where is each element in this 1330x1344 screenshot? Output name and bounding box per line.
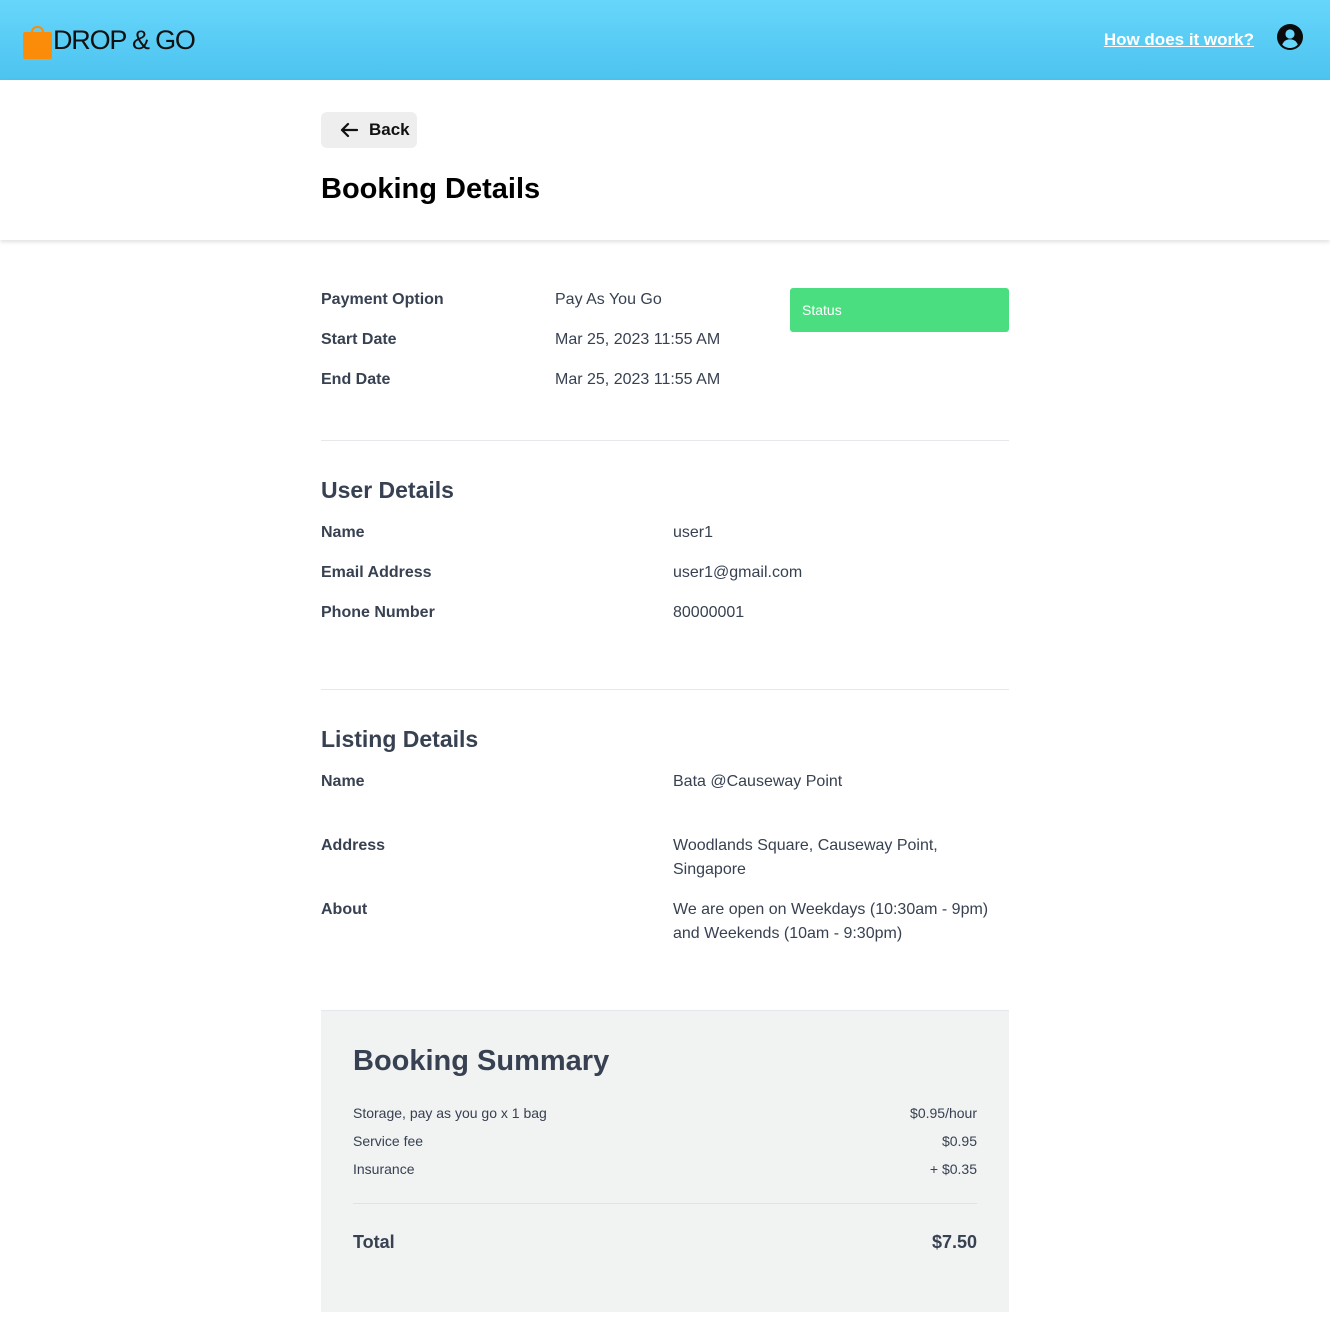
payment-option-value: Pay As You Go — [555, 291, 662, 308]
brand-logo[interactable]: DROP & GO — [23, 22, 196, 59]
back-button-label: Back — [369, 120, 410, 139]
end-date-label: End Date — [321, 371, 391, 388]
listing-name-label: Name — [321, 773, 365, 790]
listing-address-value: Woodlands Square, Causeway Point, Singap… — [673, 837, 938, 878]
summary-row: Storage, pay as you go x 1 bag $0.95/hou… — [353, 1105, 977, 1121]
listing-address-label: Address — [321, 837, 386, 854]
listing-name-value: Bata @Causeway Point — [673, 773, 843, 790]
booking-summary-title: Booking Summary — [353, 1045, 610, 1077]
brand-name: DROP & GO — [53, 25, 196, 55]
listing-about-value: We are open on Weekdays (10:30am - 9pm) … — [673, 901, 989, 942]
section-divider — [321, 689, 1009, 690]
summary-item-label: Service fee — [353, 1133, 424, 1149]
listing-details-title: Listing Details — [321, 726, 479, 752]
summary-divider — [353, 1203, 977, 1204]
page-header: Back Booking Details — [0, 80, 1330, 240]
user-name-value: user1 — [673, 524, 714, 541]
user-circle-icon[interactable] — [1277, 24, 1303, 50]
back-button[interactable]: Back — [321, 112, 417, 148]
summary-row: Insurance + $0.35 — [353, 1161, 977, 1177]
listing-about-label: About — [321, 901, 368, 918]
summary-item-label: Storage, pay as you go x 1 bag — [353, 1105, 547, 1121]
summary-item-value: $0.95 — [941, 1133, 977, 1149]
end-date-value: Mar 25, 2023 11:55 AM — [555, 371, 721, 388]
start-date-label: Start Date — [321, 331, 397, 348]
top-nav-bar: DROP & GO How does it work? — [0, 0, 1330, 80]
summary-item-label: Insurance — [353, 1161, 415, 1177]
section-divider — [321, 440, 1009, 441]
user-phone-label: Phone Number — [321, 604, 435, 621]
summary-item-value: $0.95/hour — [910, 1105, 977, 1121]
user-email-label: Email Address — [321, 564, 432, 581]
user-phone-value: 80000001 — [673, 604, 745, 621]
summary-total-row: Total $7.50 — [353, 1232, 977, 1253]
booking-summary-card: Booking Summary Storage, pay as you go x… — [321, 1010, 1009, 1312]
page-title: Booking Details — [321, 173, 541, 205]
summary-row: Service fee $0.95 — [353, 1133, 977, 1149]
total-value: $7.50 — [931, 1232, 977, 1252]
arrow-left-icon — [340, 122, 359, 138]
user-email-value: user1@gmail.com — [673, 564, 803, 581]
total-label: Total — [353, 1232, 395, 1252]
user-details-title: User Details — [321, 477, 454, 503]
summary-item-value: + $0.35 — [929, 1161, 977, 1177]
status-badge: Status — [790, 288, 1009, 332]
start-date-value: Mar 25, 2023 11:55 AM — [555, 331, 721, 348]
how-it-works-link[interactable]: How does it work? — [1104, 30, 1254, 50]
payment-option-label: Payment Option — [321, 291, 444, 308]
user-name-label: Name — [321, 524, 365, 541]
shopping-bag-icon — [23, 26, 52, 59]
